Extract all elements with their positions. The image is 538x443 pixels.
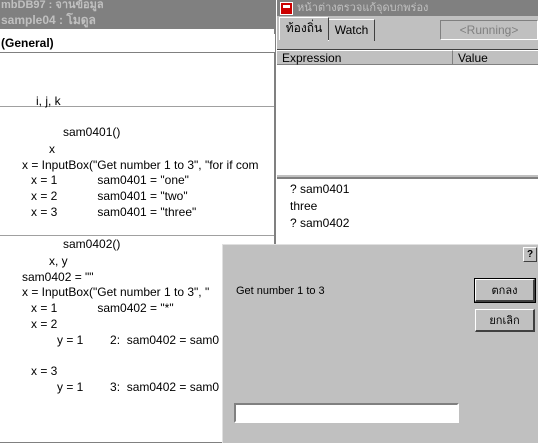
debug-window-title: หน้าต่างตรวจแก้จุดบกพร่อง bbox=[297, 2, 429, 14]
code-line[interactable]: x = 1 sam0401 = "one" bbox=[31, 173, 189, 187]
cancel-button[interactable]: ยกเลิก bbox=[475, 309, 535, 332]
watch-list[interactable]: Expression Value bbox=[277, 49, 538, 175]
column-header-value[interactable]: Value bbox=[453, 50, 538, 65]
code-line[interactable]: y = 1 3: sam0402 = sam0 bbox=[57, 380, 219, 394]
code-line[interactable]: sam0402() bbox=[63, 237, 120, 251]
column-header-expression[interactable]: Expression bbox=[277, 50, 453, 65]
code-line[interactable]: x = 1 sam0402 = "*" bbox=[31, 301, 174, 315]
code-line[interactable]: sam0401() bbox=[63, 125, 120, 139]
ok-button[interactable]: ตกลง bbox=[474, 278, 536, 303]
debug-window-titlebar[interactable]: หน้าต่างตรวจแก้จุดบกพร่อง bbox=[277, 0, 538, 16]
help-button[interactable]: ? bbox=[523, 247, 537, 262]
code-line[interactable]: x = 2 sam0401 = "two" bbox=[31, 189, 188, 203]
code-line[interactable]: x = InputBox("Get number 1 to 3", " bbox=[22, 285, 209, 299]
immediate-line: ? sam0401 bbox=[290, 182, 350, 196]
immediate-line: ? sam0402 bbox=[290, 216, 350, 230]
code-line[interactable]: x = 2 bbox=[31, 317, 57, 331]
app-icon bbox=[280, 2, 293, 15]
code-line[interactable]: x = InputBox("Get number 1 to 3", "for i… bbox=[22, 158, 259, 172]
input-field[interactable] bbox=[234, 403, 459, 423]
immediate-pane[interactable]: ? sam0401 three ? sam0402 bbox=[277, 177, 538, 249]
code-line[interactable]: sam0402 = "" bbox=[22, 270, 94, 284]
immediate-line: three bbox=[290, 199, 318, 213]
tab-watch[interactable]: Watch bbox=[328, 19, 375, 41]
dialog-prompt: Get number 1 to 3 bbox=[236, 285, 325, 297]
dialog-titlebar[interactable]: ? bbox=[223, 245, 538, 264]
back-window-title[interactable]: mbDB97 : จานข้อมูล bbox=[0, 0, 275, 12]
procedure-separator bbox=[0, 235, 274, 236]
input-box-dialog: ? Get number 1 to 3 ตกลง ยกเลิก bbox=[222, 244, 538, 443]
code-line[interactable]: x, y bbox=[49, 254, 68, 268]
object-combo[interactable]: (General) bbox=[0, 34, 275, 53]
code-line[interactable]: i, j, k bbox=[36, 94, 61, 108]
module-window-title[interactable]: sample04 : โมดูล bbox=[0, 12, 275, 29]
code-line[interactable]: x = 3 bbox=[31, 364, 57, 378]
code-line[interactable]: x = 3 sam0401 = "three" bbox=[31, 205, 196, 219]
tab-locals[interactable]: ท้องถิ่น bbox=[279, 17, 329, 40]
code-line[interactable]: x bbox=[49, 142, 55, 156]
code-line[interactable]: y = 1 2: sam0402 = sam0 bbox=[57, 333, 219, 347]
running-status: <Running> bbox=[440, 20, 538, 40]
